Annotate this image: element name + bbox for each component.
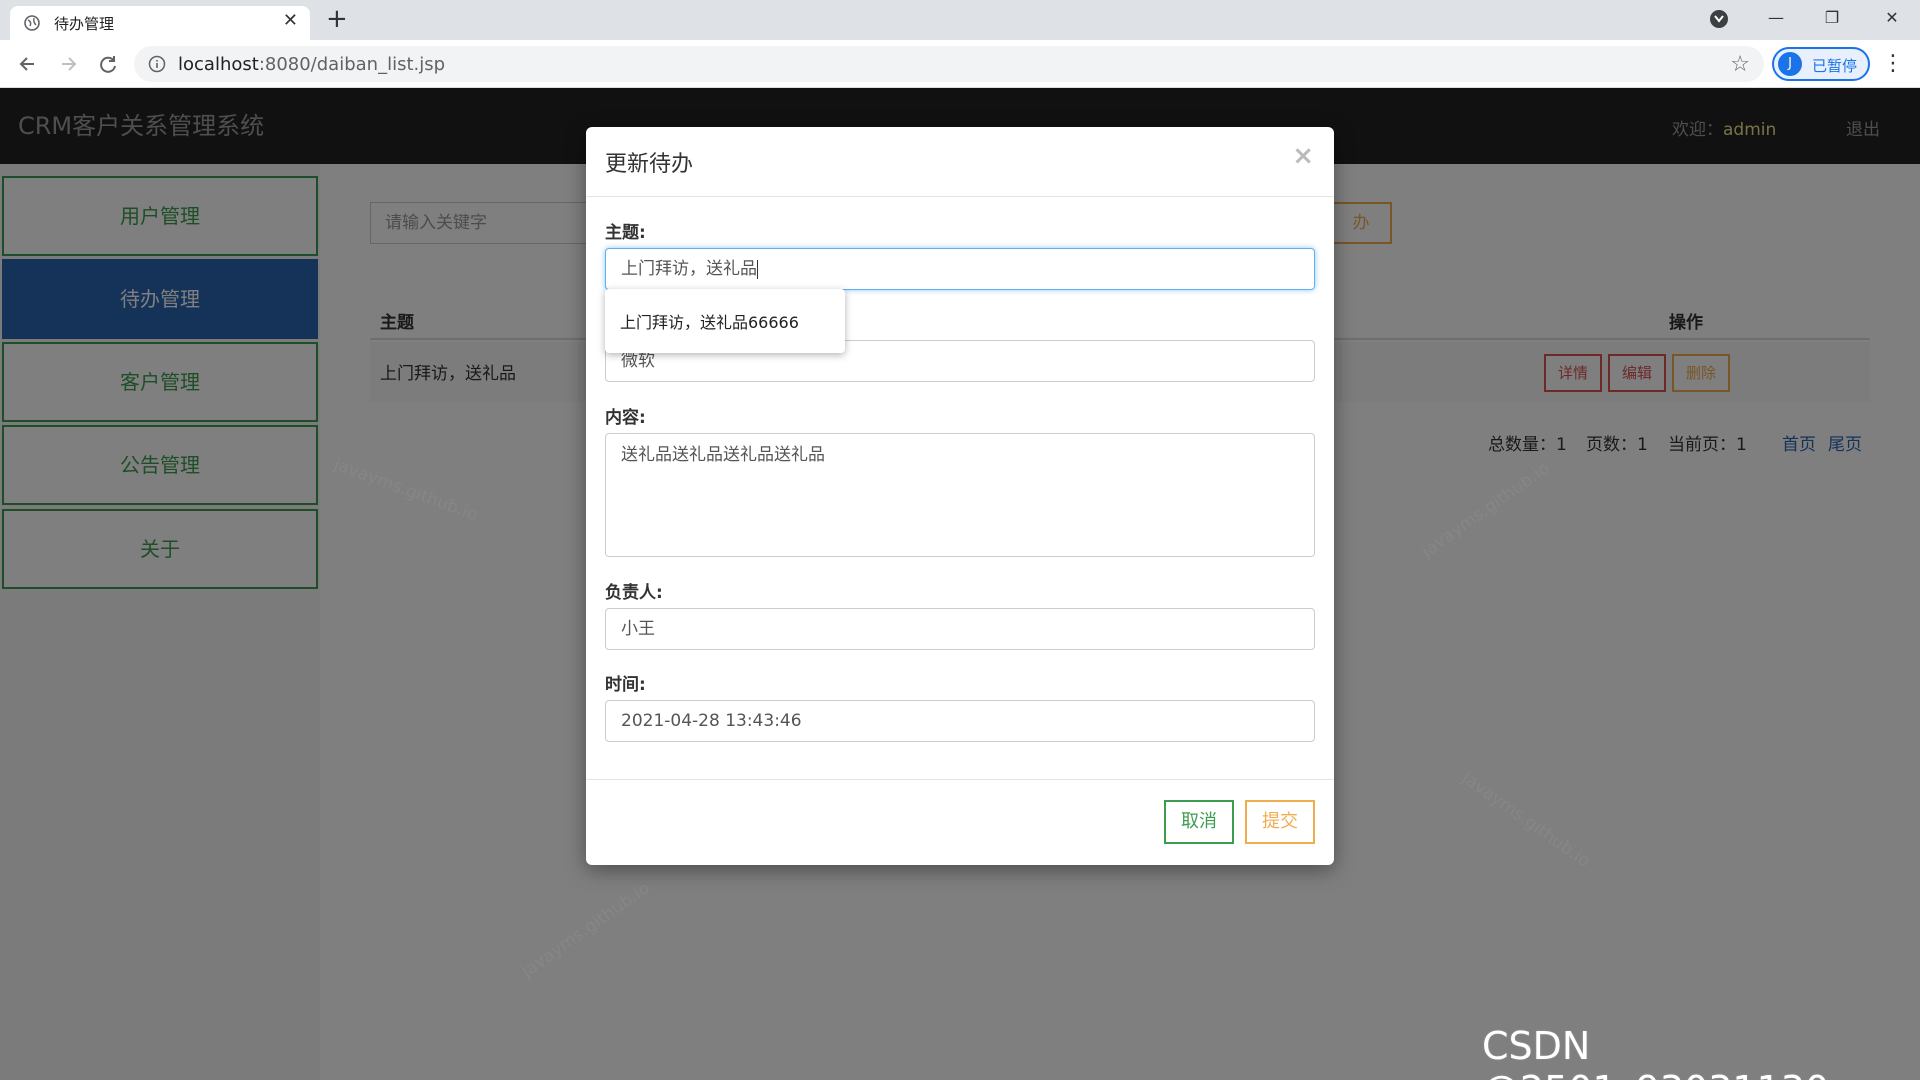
bookmark-star-icon[interactable]: ☆: [1730, 52, 1750, 77]
submit-button[interactable]: 提交: [1245, 800, 1315, 844]
window-close-icon[interactable]: ✕: [1864, 0, 1920, 36]
time-input[interactable]: 2021-04-28 13:43:46: [605, 700, 1315, 742]
cancel-button[interactable]: 取消: [1164, 800, 1234, 844]
time-label: 时间:: [605, 675, 646, 695]
reload-icon[interactable]: [94, 50, 122, 78]
back-icon[interactable]: [14, 50, 42, 78]
browser-menu-icon[interactable]: ⋮: [1882, 50, 1904, 78]
content-textarea[interactable]: 送礼品送礼品送礼品送礼品: [605, 433, 1315, 557]
owner-input[interactable]: 小王: [605, 608, 1315, 650]
text-caret: [757, 259, 758, 279]
avatar: J: [1778, 52, 1802, 76]
owner-label: 负责人:: [605, 583, 663, 603]
update-todo-modal: 更新待办 × 主题: 上门拜访，送礼品 上门拜访，送礼品66666 微软 内容:…: [586, 127, 1334, 865]
browser-toolbar: localhost:8080/daiban_list.jsp ☆ J 已暂停 ⋮: [0, 40, 1920, 88]
subject-input[interactable]: 上门拜访，送礼品: [605, 248, 1315, 290]
profile-button[interactable]: J 已暂停: [1772, 47, 1870, 81]
forward-icon[interactable]: [54, 50, 82, 78]
tab-title: 待办管理: [54, 15, 115, 33]
browser-tabbar: 待办管理 ✕ + — ❐ ✕: [0, 0, 1920, 40]
modal-close-icon[interactable]: ×: [1292, 141, 1314, 171]
subject-label: 主题:: [605, 223, 646, 243]
autocomplete-suggestion[interactable]: 上门拜访，送礼品66666: [605, 289, 845, 353]
content-label: 内容:: [605, 408, 646, 428]
profile-status: 已暂停: [1812, 57, 1858, 75]
url-text[interactable]: localhost:8080/daiban_list.jsp: [178, 54, 445, 75]
browser-tab[interactable]: 待办管理 ✕: [10, 6, 310, 40]
tab-close-icon[interactable]: ✕: [283, 10, 298, 31]
minimize-icon[interactable]: —: [1748, 0, 1804, 36]
modal-footer: 取消 提交: [586, 779, 1334, 865]
tab-search-icon[interactable]: [1710, 10, 1728, 28]
csdn-watermark: CSDN @2501_93031130: [1482, 1024, 1829, 1080]
globe-icon: [24, 15, 40, 31]
modal-header: 更新待办 ×: [586, 127, 1334, 197]
site-info-icon[interactable]: [148, 55, 166, 73]
modal-title: 更新待办: [605, 152, 694, 177]
restore-icon[interactable]: ❐: [1804, 0, 1860, 36]
address-bar[interactable]: localhost:8080/daiban_list.jsp ☆: [134, 46, 1764, 82]
new-tab-icon[interactable]: +: [326, 4, 348, 34]
